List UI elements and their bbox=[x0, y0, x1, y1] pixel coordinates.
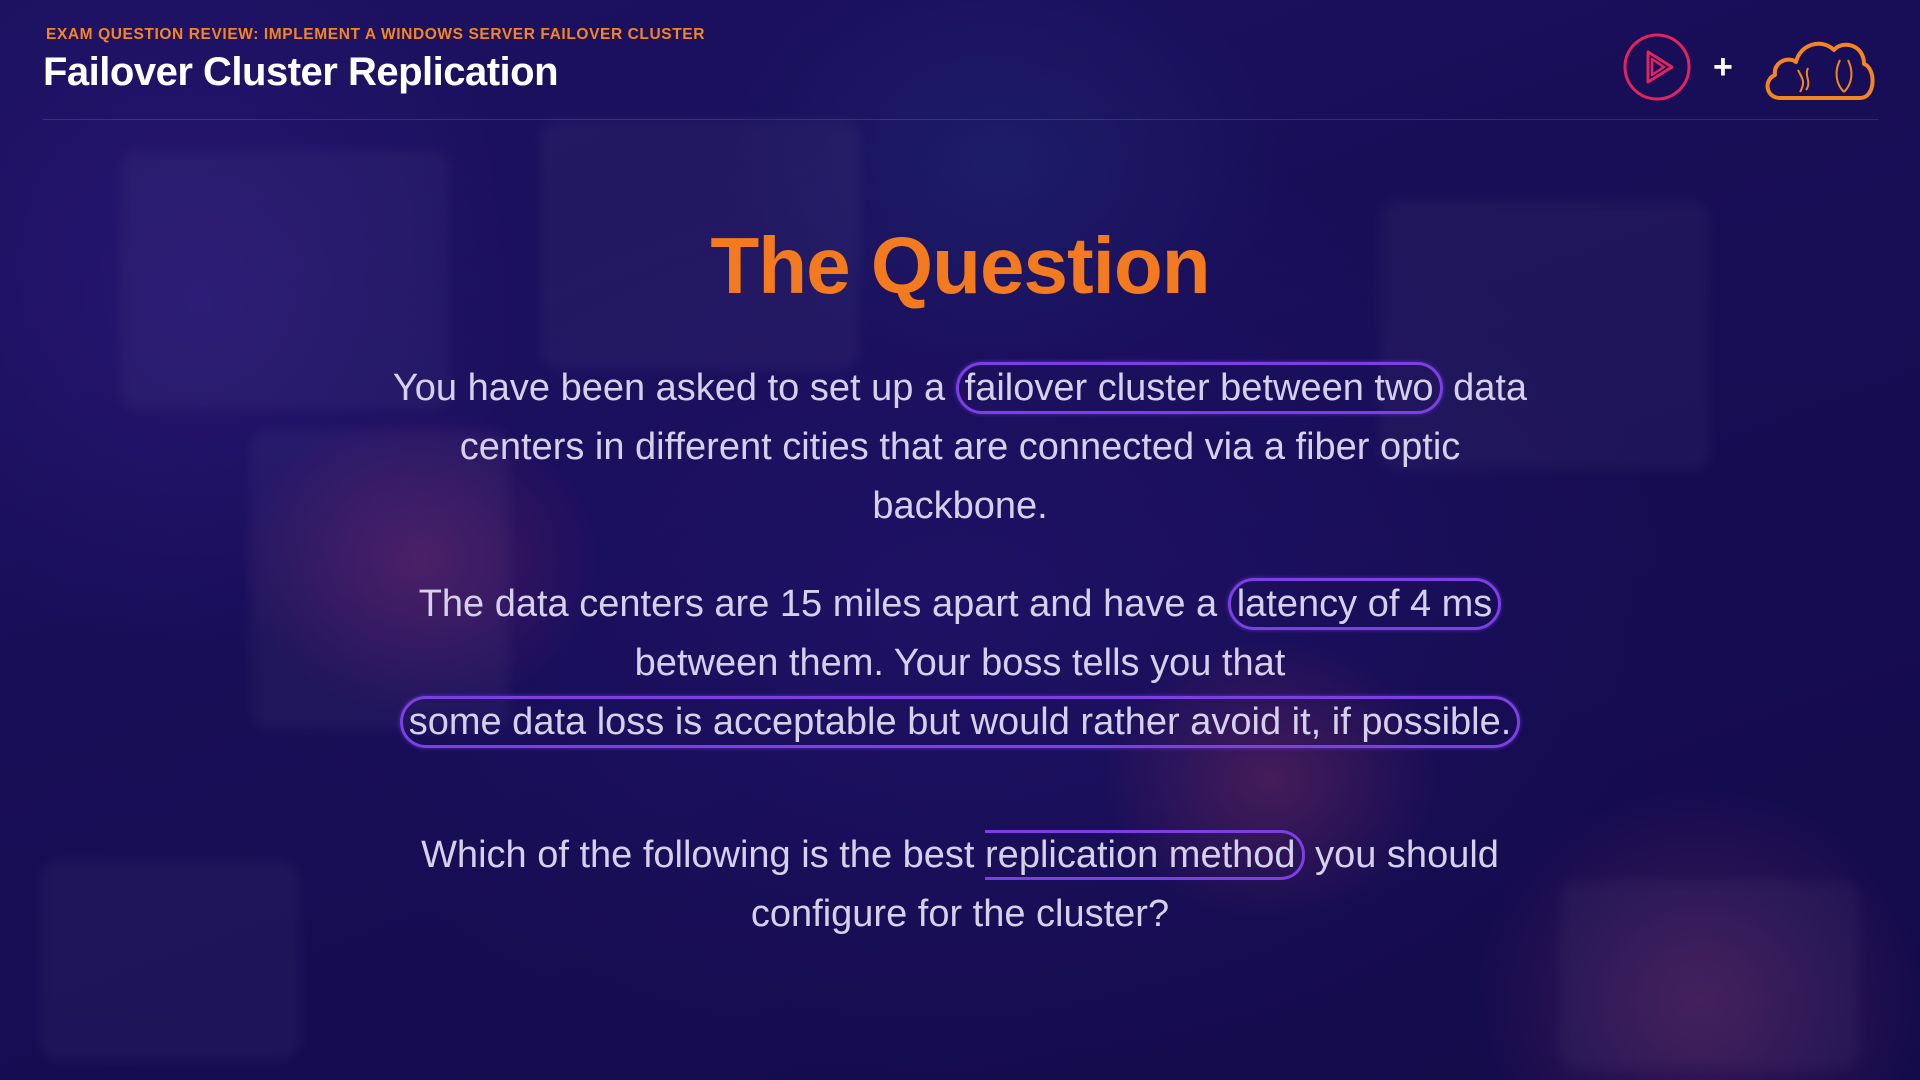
question-text: between them. Your boss tells you that bbox=[634, 642, 1286, 684]
question-text: centers in different cities that are con… bbox=[459, 426, 1461, 468]
slide-title: The Question bbox=[710, 221, 1210, 310]
question-text: You have been asked to set up a bbox=[392, 367, 946, 409]
question-text: backbone. bbox=[872, 485, 1048, 527]
question-text: The data centers are 15 miles apart and … bbox=[418, 583, 1218, 625]
question-text: Which of the following is the best bbox=[421, 834, 975, 876]
highlighted-phrase: replication method bbox=[985, 830, 1305, 880]
course-subtitle: EXAM QUESTION REVIEW: IMPLEMENT A WINDOW… bbox=[46, 26, 706, 43]
question-text: you should bbox=[1315, 834, 1499, 876]
highlighted-phrase: failover cluster between two bbox=[955, 362, 1443, 414]
question-text: data bbox=[1453, 367, 1528, 409]
play-circle-icon bbox=[1623, 33, 1691, 101]
highlighted-phrase: latency of 4 ms bbox=[1227, 578, 1502, 630]
header-divider bbox=[43, 119, 1878, 120]
highlighted-phrase: some data loss is acceptable but would r… bbox=[399, 696, 1521, 748]
question-paragraph-1: You have been asked to set up a failover… bbox=[0, 359, 1920, 536]
cloud-icon bbox=[1765, 41, 1875, 100]
plus-sign: + bbox=[1713, 48, 1733, 86]
page-title: Failover Cluster Replication bbox=[43, 50, 559, 94]
question-paragraph-2: The data centers are 15 miles apart and … bbox=[0, 575, 1920, 752]
question-text: configure for the cluster? bbox=[750, 893, 1170, 935]
question-paragraph-3: Which of the following is the best repli… bbox=[0, 826, 1920, 944]
